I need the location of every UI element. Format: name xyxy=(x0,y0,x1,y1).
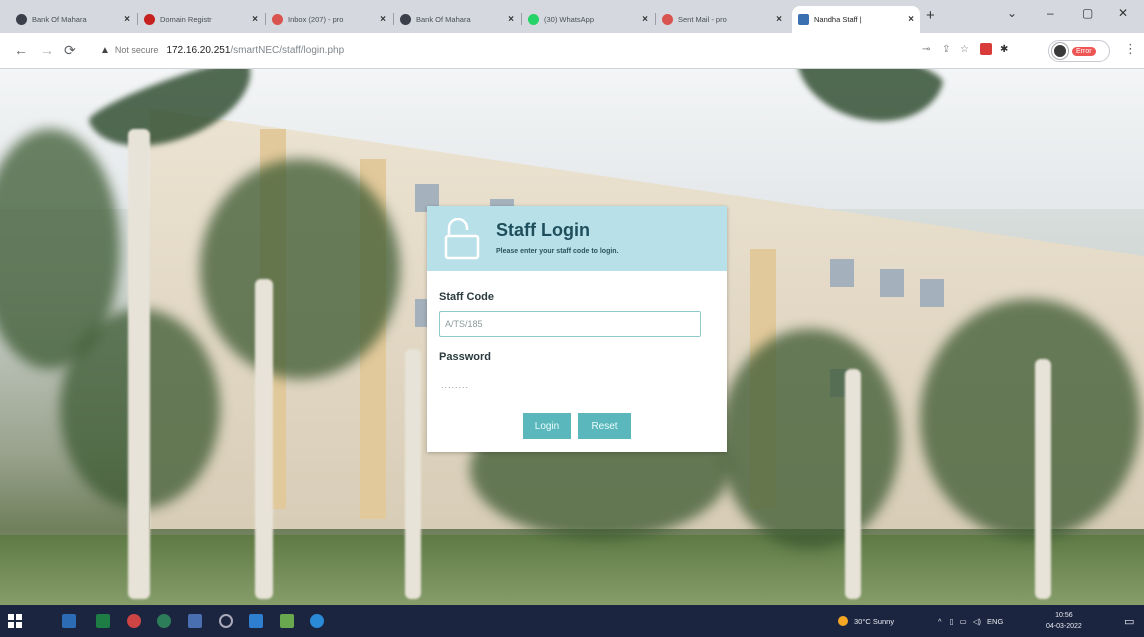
tab-favicon-icon xyxy=(528,14,539,25)
tree xyxy=(200,159,400,379)
excel-icon[interactable] xyxy=(96,614,110,628)
app-icon[interactable] xyxy=(219,614,233,628)
weather-widget[interactable]: 30°C Sunny xyxy=(838,605,894,637)
address-toolbar: ← → ⟳ ▲ Not secure 172.16.20.251 /smartN… xyxy=(0,33,1144,69)
browser-tab[interactable]: Inbox (207) - pro × xyxy=(266,6,392,33)
browser-tab[interactable]: Sent Mail - pro × xyxy=(656,6,788,33)
tab-favicon-icon xyxy=(400,14,411,25)
minimize-icon[interactable]: – xyxy=(1047,6,1054,20)
tab-label: Bank Of Mahara xyxy=(416,15,471,24)
tab-label: Inbox (207) - pro xyxy=(288,15,344,24)
close-icon[interactable]: × xyxy=(642,14,648,25)
tab-favicon-icon xyxy=(144,14,155,25)
edge-icon[interactable] xyxy=(310,614,324,628)
close-icon[interactable]: × xyxy=(776,14,782,25)
maximize-icon[interactable]: ▢ xyxy=(1082,6,1093,20)
avatar xyxy=(1052,43,1068,59)
windows-taskbar: 30°C Sunny ^ ▯ ▭ ◁) ENG 10:56 04-03-2022… xyxy=(0,605,1144,637)
close-icon[interactable]: × xyxy=(380,14,386,25)
tab-favicon-icon xyxy=(16,14,27,25)
tab-label: Domain Registr xyxy=(160,15,212,24)
tree xyxy=(920,299,1140,539)
tab-label: Bank Of Mahara xyxy=(32,15,87,24)
language-indicator[interactable]: ENG xyxy=(987,617,1003,626)
browser-tab-strip: Bank Of Mahara × Domain Registr × Inbox … xyxy=(0,0,1144,33)
key-icon[interactable]: ⊸ xyxy=(922,44,930,55)
windows-start-icon[interactable] xyxy=(8,614,22,628)
app-icon[interactable] xyxy=(188,614,202,628)
security-label[interactable]: Not secure xyxy=(115,45,159,55)
clock[interactable]: 10:56 04-03-2022 xyxy=(1046,610,1082,632)
bookmark-star-icon[interactable]: ☆ xyxy=(960,44,969,55)
app-icon[interactable] xyxy=(249,614,263,628)
back-arrow-icon[interactable]: ← xyxy=(14,42,28,58)
url-bar[interactable]: ▲ Not secure 172.16.20.251 /smartNEC/sta… xyxy=(90,38,910,62)
profile-button[interactable]: Error xyxy=(1048,40,1110,62)
chevron-up-icon[interactable]: ^ xyxy=(938,617,942,626)
weather-text: 30°C Sunny xyxy=(854,616,895,626)
palm-trunk xyxy=(405,349,421,599)
tab-favicon-icon xyxy=(798,14,809,25)
staff-code-input[interactable] xyxy=(439,311,701,337)
palm-trunk xyxy=(845,369,861,599)
file-explorer-icon[interactable] xyxy=(62,614,76,628)
reset-button[interactable]: Reset xyxy=(578,413,631,439)
browser-tab[interactable]: (30) WhatsApp × xyxy=(522,6,654,33)
url-path: /smartNEC/staff/login.php xyxy=(230,44,345,56)
tab-favicon-icon xyxy=(662,14,673,25)
tab-favicon-icon xyxy=(272,14,283,25)
close-icon[interactable]: × xyxy=(252,14,258,25)
new-tab-plus-icon[interactable]: + xyxy=(926,7,935,24)
notification-icon[interactable]: ▭ xyxy=(1124,605,1134,637)
login-header: Staff Login Please enter your staff code… xyxy=(427,206,727,271)
close-icon[interactable]: × xyxy=(508,14,514,25)
app-icon[interactable] xyxy=(280,614,294,628)
palm-trunk xyxy=(1035,359,1051,599)
battery-icon[interactable]: ▯ xyxy=(950,617,954,626)
clock-time: 10:56 xyxy=(1055,612,1073,619)
page-title: Staff Login xyxy=(496,220,590,240)
staff-code-label: Staff Code xyxy=(439,291,494,303)
chrome-icon[interactable] xyxy=(157,614,171,628)
browser-tab-active[interactable]: Nandha Staff | × xyxy=(792,6,920,33)
reload-icon[interactable]: ⟳ xyxy=(64,42,76,59)
browser-tab[interactable]: Bank Of Mahara × xyxy=(394,6,520,33)
tab-label: Sent Mail - pro xyxy=(678,15,727,24)
menu-kebab-icon[interactable]: ⋮ xyxy=(1124,41,1137,57)
network-icon[interactable]: ▭ xyxy=(960,617,967,626)
close-icon[interactable]: × xyxy=(124,14,130,25)
palm-trunk xyxy=(128,129,150,599)
browser-tab[interactable]: Domain Registr × xyxy=(138,6,264,33)
browser-tab[interactable]: Bank Of Mahara × xyxy=(10,6,136,33)
palm-trunk xyxy=(255,279,273,599)
tree xyxy=(720,329,900,549)
forward-arrow-icon[interactable]: → xyxy=(40,42,54,58)
staff-login-card: Staff Login Please enter your staff code… xyxy=(427,206,727,452)
url-host: 172.16.20.251 xyxy=(166,44,231,56)
close-icon[interactable]: × xyxy=(908,14,914,25)
unlocked-padlock-icon xyxy=(444,218,480,260)
profile-error-badge: Error xyxy=(1072,46,1096,56)
extension-icon[interactable] xyxy=(980,43,992,55)
app-icon[interactable] xyxy=(127,614,141,628)
lawn xyxy=(0,535,1144,605)
warning-triangle-icon[interactable]: ▲ xyxy=(100,45,110,56)
share-icon[interactable]: ⇪ xyxy=(942,44,950,55)
login-subtitle: Please enter your staff code to login. xyxy=(496,248,619,255)
password-input[interactable] xyxy=(439,374,701,396)
volume-icon[interactable]: ◁) xyxy=(973,617,981,626)
tab-label: (30) WhatsApp xyxy=(544,15,595,24)
login-button[interactable]: Login xyxy=(523,413,571,439)
tab-search-dropdown-icon[interactable]: ⌄ xyxy=(1007,6,1017,20)
password-label: Password xyxy=(439,351,491,363)
clock-date: 04-03-2022 xyxy=(1046,623,1082,630)
window-close-icon[interactable]: ✕ xyxy=(1118,6,1128,20)
system-tray: ^ ▯ ▭ ◁) ENG xyxy=(938,605,1003,637)
tab-label: Nandha Staff | xyxy=(814,15,862,24)
sun-icon xyxy=(838,616,848,626)
extensions-puzzle-icon[interactable]: ✱ xyxy=(1000,44,1008,55)
